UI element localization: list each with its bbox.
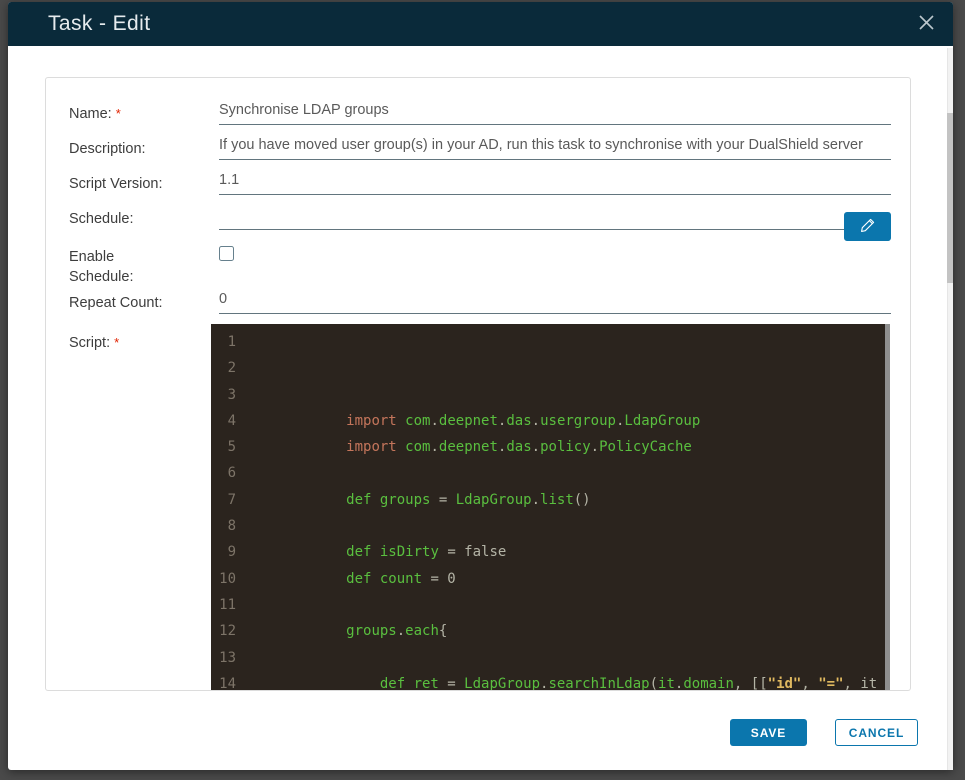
repeat-count-input[interactable] bbox=[219, 288, 891, 314]
code-line: 8 bbox=[227, 518, 236, 535]
script-editor-lines: 1 2 3 4 import com.deepnet.das.usergroup.Ld… bbox=[211, 329, 890, 691]
code-line: 12 groups.each{ bbox=[219, 623, 448, 640]
script-version-label: Script Version: bbox=[69, 176, 163, 192]
cancel-button[interactable]: CANCEL bbox=[835, 719, 918, 746]
form-row-enable-schedule: Enable Schedule: bbox=[69, 242, 891, 286]
name-input[interactable] bbox=[219, 99, 891, 125]
schedule-input[interactable] bbox=[219, 204, 891, 230]
required-asterisk: * bbox=[115, 106, 121, 121]
dialog-header: Task - Edit bbox=[8, 2, 953, 46]
script-version-input[interactable] bbox=[219, 169, 891, 195]
task-form: Name:* Description: Script Version: Sche… bbox=[45, 77, 911, 691]
script-label: Script: * bbox=[69, 335, 120, 351]
form-row-description: Description: bbox=[69, 134, 891, 164]
form-row-repeat-count: Repeat Count: bbox=[69, 288, 891, 318]
save-button[interactable]: SAVE bbox=[730, 719, 807, 746]
code-line: 11 bbox=[219, 596, 236, 613]
code-line: 2 bbox=[227, 360, 236, 377]
code-line: 7 def groups = LdapGroup.list() bbox=[227, 491, 591, 508]
code-line: 3 bbox=[227, 386, 236, 403]
form-row-script-version: Script Version: bbox=[69, 169, 891, 199]
close-button[interactable] bbox=[915, 13, 937, 35]
form-row-name: Name: * bbox=[69, 99, 891, 129]
enable-schedule-label: Enable Schedule: bbox=[69, 249, 134, 285]
schedule-edit-button[interactable] bbox=[844, 212, 891, 241]
schedule-label: Schedule: bbox=[69, 211, 134, 227]
modal-backdrop: Task - Edit Name:* Description: Script V… bbox=[0, 0, 965, 780]
code-line: 10 def count = 0 bbox=[219, 570, 456, 587]
code-line: 4 import com.deepnet.das.usergroup.LdapG… bbox=[227, 412, 701, 429]
description-input[interactable] bbox=[219, 134, 891, 160]
close-icon bbox=[918, 14, 935, 34]
task-edit-dialog: Task - Edit Name:* Description: Script V… bbox=[8, 2, 953, 770]
code-line: 6 bbox=[227, 465, 236, 482]
dialog-title: Task - Edit bbox=[48, 12, 151, 35]
script-editor[interactable]: 1 2 3 4 import com.deepnet.das.usergroup.Ld… bbox=[211, 324, 890, 691]
code-line: 1 bbox=[227, 334, 236, 350]
name-label: Name: * bbox=[69, 106, 121, 122]
pencil-icon bbox=[860, 217, 876, 236]
code-line: 14 def ret = LdapGroup.searchInLdap(it.d… bbox=[219, 675, 878, 691]
required-asterisk: * bbox=[114, 335, 120, 350]
form-row-schedule: Schedule: bbox=[69, 204, 891, 234]
editor-scrollbar[interactable] bbox=[885, 324, 890, 690]
modal-scrollbar-thumb[interactable] bbox=[947, 113, 953, 283]
code-line: 9 def isDirty = false bbox=[227, 544, 507, 561]
enable-schedule-checkbox[interactable] bbox=[219, 246, 234, 261]
description-label: Description: bbox=[69, 141, 146, 157]
code-line: 5 import com.deepnet.das.policy.PolicyCa… bbox=[227, 439, 692, 456]
repeat-count-label: Repeat Count: bbox=[69, 295, 163, 311]
code-line: 13 bbox=[219, 649, 236, 666]
